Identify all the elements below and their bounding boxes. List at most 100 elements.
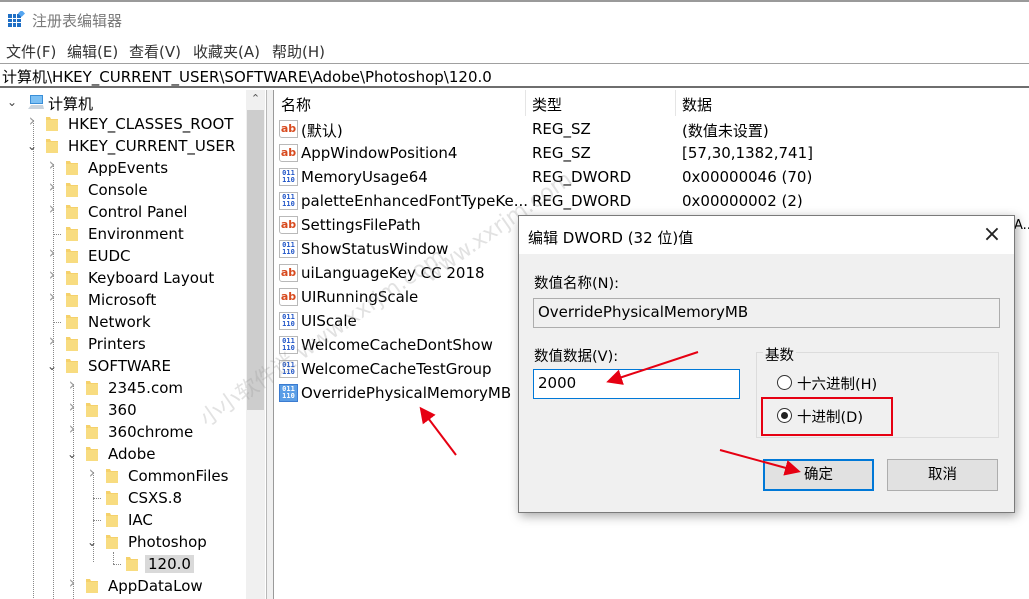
tree-item[interactable]: CSXS.8: [0, 487, 246, 509]
tree-item[interactable]: › EUDC: [0, 245, 246, 267]
folder-icon: [105, 468, 119, 484]
value-name-field[interactable]: OverridePhysicalMemoryMB: [533, 298, 1000, 328]
binary-value-icon: 011 110: [279, 384, 298, 402]
menu-favorites[interactable]: 收藏夹(A): [193, 41, 260, 62]
folder-icon: [65, 358, 79, 374]
tree-root-computer[interactable]: ⌄ 计算机: [0, 91, 246, 113]
tree-item[interactable]: › AppDataLow: [0, 575, 246, 597]
list-row[interactable]: ab AppWindowPosition4 REG_SZ [57,30,1382,74…: [274, 141, 1029, 165]
tree-label: Network: [88, 313, 151, 331]
chevron-right-icon[interactable]: ›: [26, 113, 38, 130]
chevron-down-icon[interactable]: ⌄: [86, 535, 98, 549]
list-row[interactable]: 011 110 paletteEnhancedFontTypeKe... REG_DW…: [274, 189, 1029, 213]
tree-item[interactable]: › CommonFiles: [0, 465, 246, 487]
tree-item[interactable]: › Console: [0, 179, 246, 201]
tree-scrollbar[interactable]: ⌃: [246, 90, 265, 599]
tree-item[interactable]: Network: [0, 311, 246, 333]
tree-label: Photoshop: [128, 533, 207, 551]
chevron-down-icon[interactable]: ⌄: [66, 447, 78, 461]
tree-item[interactable]: ⌄ SOFTWARE: [0, 355, 246, 377]
cell-type: REG_SZ: [532, 120, 591, 138]
window-title: 注册表编辑器: [32, 12, 123, 30]
list-row[interactable]: ab (默认) REG_SZ (数值未设置): [274, 117, 1029, 141]
tree-item[interactable]: 120.0: [0, 553, 246, 575]
tree-item[interactable]: ⌄ Photoshop: [0, 531, 246, 553]
chevron-right-icon[interactable]: ›: [46, 333, 58, 350]
tree-item[interactable]: ⌄ HKEY_CURRENT_USER: [0, 135, 246, 157]
menu-edit[interactable]: 编辑(E): [67, 41, 118, 62]
highlight-box-decimal: [761, 397, 893, 436]
chevron-right-icon[interactable]: ›: [66, 421, 78, 438]
radio-unchecked-icon[interactable]: [777, 375, 792, 390]
scroll-thumb[interactable]: [247, 110, 264, 410]
folder-icon: [45, 116, 59, 132]
ok-button[interactable]: 确定: [763, 459, 874, 491]
chevron-down-icon[interactable]: ⌄: [46, 359, 58, 373]
tree-item[interactable]: › Microsoft: [0, 289, 246, 311]
binary-value-icon: 011 110: [279, 312, 298, 330]
tree-item[interactable]: IAC: [0, 509, 246, 531]
chevron-right-icon[interactable]: ›: [46, 289, 58, 306]
tree-item[interactable]: ⌄ Adobe: [0, 443, 246, 465]
address-bar[interactable]: 计算机\HKEY_CURRENT_USER\SOFTWARE\Adobe\Pho…: [0, 63, 1029, 88]
folder-icon: [65, 270, 79, 286]
tree-item[interactable]: › Control Panel: [0, 201, 246, 223]
cell-name: MemoryUsage64: [301, 168, 428, 186]
chevron-right-icon[interactable]: ›: [66, 399, 78, 416]
column-header-name[interactable]: 名称: [274, 90, 524, 116]
chevron-right-icon[interactable]: ›: [86, 465, 98, 482]
menu-view[interactable]: 查看(V): [129, 41, 181, 62]
column-header-label: 数据: [682, 96, 713, 114]
cell-type: REG_DWORD: [532, 168, 632, 186]
tree-label: Environment: [88, 225, 184, 243]
dialog-title-bar[interactable]: 编辑 DWORD (32 位)值 ×: [519, 216, 1014, 254]
tree-label: AppDataLow: [108, 577, 203, 595]
binary-value-icon: 011 110: [279, 360, 298, 378]
column-header-data[interactable]: 数据: [675, 90, 1025, 116]
menu-file[interactable]: 文件(F): [6, 41, 56, 62]
column-header-type[interactable]: 类型: [525, 90, 675, 116]
tree-item[interactable]: › HKEY_CLASSES_ROOT: [0, 113, 246, 135]
cell-name: UIRunningScale: [301, 288, 419, 306]
title-bar: 注册表编辑器: [0, 2, 1029, 36]
chevron-down-icon[interactable]: ⌄: [26, 139, 38, 153]
pane-splitter[interactable]: [266, 90, 274, 599]
folder-icon: [105, 512, 119, 528]
binary-value-icon: 011 110: [279, 240, 298, 258]
chevron-right-icon[interactable]: ›: [46, 179, 58, 196]
chevron-right-icon[interactable]: ›: [66, 575, 78, 592]
tree-item[interactable]: › Keyboard Layout: [0, 267, 246, 289]
tree-item[interactable]: › 2345.com: [0, 377, 246, 399]
chevron-right-icon[interactable]: ›: [46, 267, 58, 284]
scroll-up-arrow-icon[interactable]: ⌃: [246, 90, 265, 108]
tree-item[interactable]: › AppEvents: [0, 157, 246, 179]
chevron-right-icon[interactable]: ›: [46, 157, 58, 174]
string-value-icon: ab: [279, 216, 298, 234]
string-value-icon: ab: [279, 288, 298, 306]
folder-icon: [65, 226, 79, 242]
close-icon[interactable]: ×: [977, 222, 1007, 250]
list-row[interactable]: 011 110 MemoryUsage64 REG_DWORD 0x00000046 (…: [274, 165, 1029, 189]
folder-icon: [65, 248, 79, 264]
cell-name: UIScale: [301, 312, 357, 330]
value-data-label: 数值数据(V):: [534, 349, 619, 365]
tree-item[interactable]: › 360: [0, 399, 246, 421]
chevron-right-icon[interactable]: ›: [66, 377, 78, 394]
cancel-button[interactable]: 取消: [887, 459, 998, 491]
folder-icon: [85, 380, 99, 396]
column-header-label: 类型: [532, 96, 563, 114]
tree-item[interactable]: › 360chrome: [0, 421, 246, 443]
address-path[interactable]: 计算机\HKEY_CURRENT_USER\SOFTWARE\Adobe\Pho…: [2, 66, 492, 87]
cell-data: 0x00000002 (2): [682, 192, 803, 210]
tree-label: CSXS.8: [128, 489, 183, 507]
menu-help[interactable]: 帮助(H): [272, 41, 325, 62]
chevron-down-icon[interactable]: ⌄: [6, 95, 18, 109]
tree-item[interactable]: › Printers: [0, 333, 246, 355]
value-data-input[interactable]: 2000: [533, 369, 740, 399]
chevron-right-icon[interactable]: ›: [46, 245, 58, 262]
chevron-right-icon[interactable]: ›: [46, 201, 58, 218]
tree-item[interactable]: Environment: [0, 223, 246, 245]
cell-name: uiLanguageKey CC 2018: [301, 264, 485, 282]
folder-icon: [125, 556, 139, 572]
folder-icon: [65, 182, 79, 198]
